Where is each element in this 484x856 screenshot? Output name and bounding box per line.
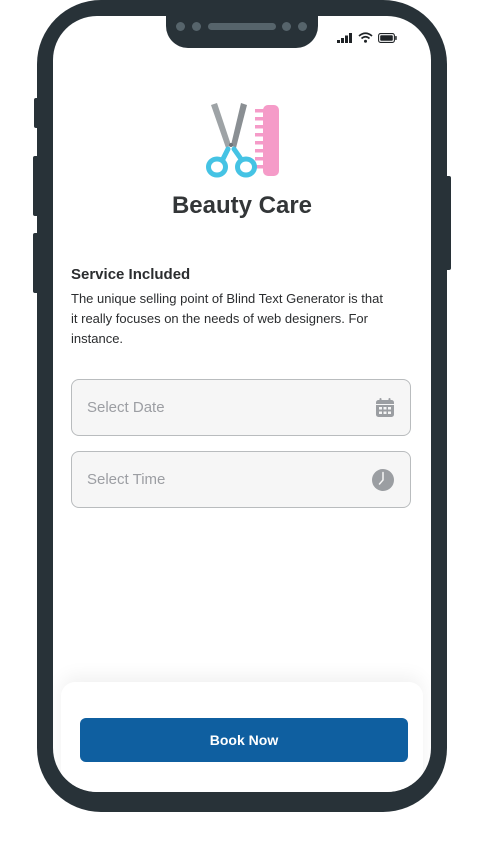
clock-icon[interactable] — [372, 468, 394, 491]
service-description: The unique selling point of Blind Text G… — [71, 291, 383, 346]
calendar-icon[interactable] — [376, 398, 394, 417]
sensor-dot — [192, 22, 201, 31]
speaker-grille — [208, 23, 276, 30]
status-bar — [337, 32, 397, 43]
time-picker-field[interactable]: Select Time — [71, 451, 411, 508]
app-stage: Beauty Care Service Included The unique … — [0, 0, 484, 856]
sensor-dot — [282, 22, 291, 31]
battery-icon — [378, 32, 397, 43]
booking-sheet: Book Now — [61, 682, 423, 792]
phone-screen: Beauty Care Service Included The unique … — [53, 16, 431, 792]
time-placeholder: Select Time — [87, 471, 166, 488]
date-placeholder: Select Date — [87, 399, 165, 416]
app-title: Beauty Care — [171, 192, 313, 219]
book-now-button[interactable]: Book Now — [80, 718, 408, 762]
sensor-dot — [176, 22, 185, 31]
notch — [166, 16, 318, 48]
scissors-comb-icon — [206, 103, 279, 178]
signal-icon — [337, 32, 352, 43]
front-camera — [298, 22, 307, 31]
date-picker-field[interactable]: Select Date — [71, 379, 411, 436]
wifi-icon — [358, 32, 373, 43]
service-heading: Service Included — [71, 266, 191, 283]
